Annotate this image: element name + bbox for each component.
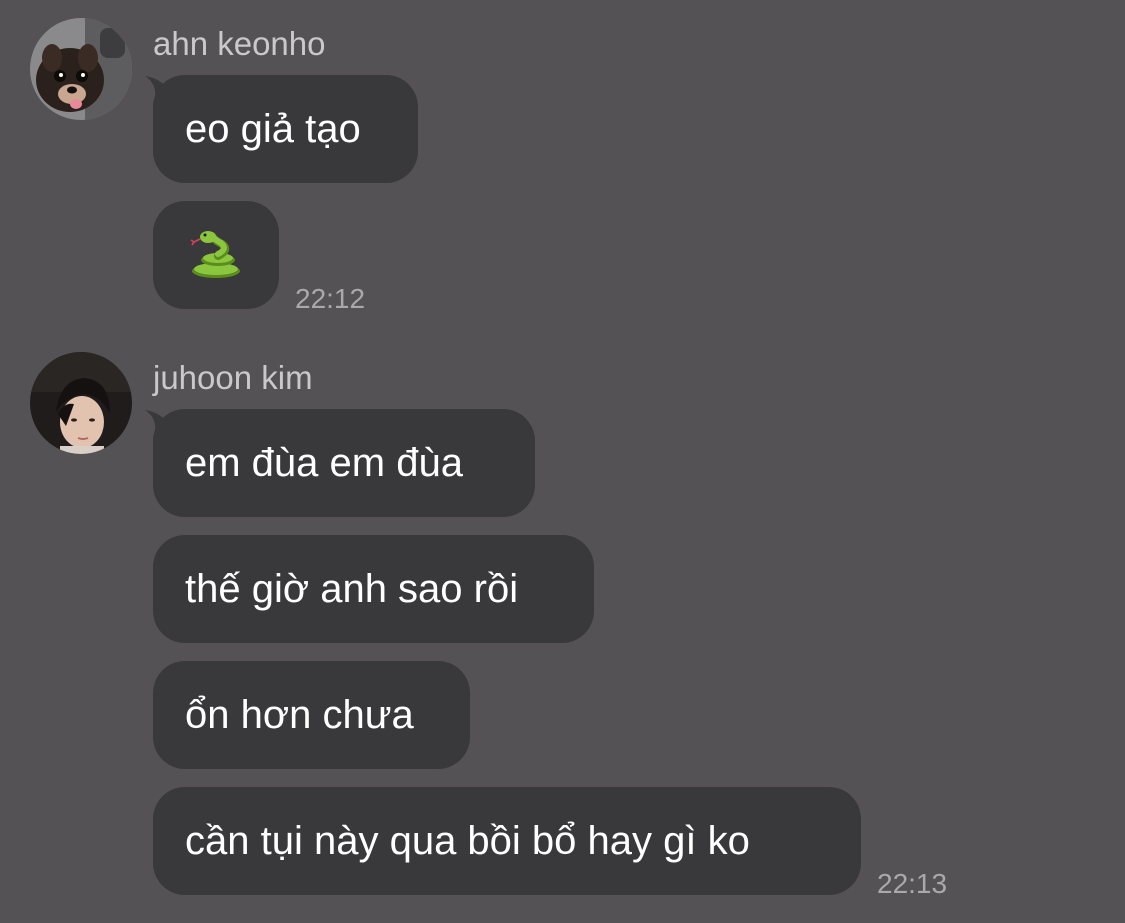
message-bubble[interactable]: ổn hơn chưa [153,661,470,769]
message-timestamp: 22:13 [877,868,948,899]
person-avatar-icon[interactable] [30,352,132,454]
message-timestamp: 22:12 [295,283,366,314]
sender-name: juhoon kim [153,359,313,396]
chat-thread: ahn keonho eo giả tạo 22:12 juhoon kim e… [0,0,1125,923]
message-bubble[interactable]: eo giả tạo [153,75,418,183]
message-bubble[interactable]: cần tụi này qua bồi bổ hay gì ko [153,787,861,895]
dog-avatar-icon[interactable] [30,18,132,120]
message-bubble-emoji[interactable] [153,201,279,309]
message-bubble[interactable]: thế giờ anh sao rồi [153,535,594,643]
message-bubble[interactable]: em đùa em đùa [153,409,535,517]
snake-emoji-icon [190,231,240,278]
sender-name: ahn keonho [153,25,326,62]
